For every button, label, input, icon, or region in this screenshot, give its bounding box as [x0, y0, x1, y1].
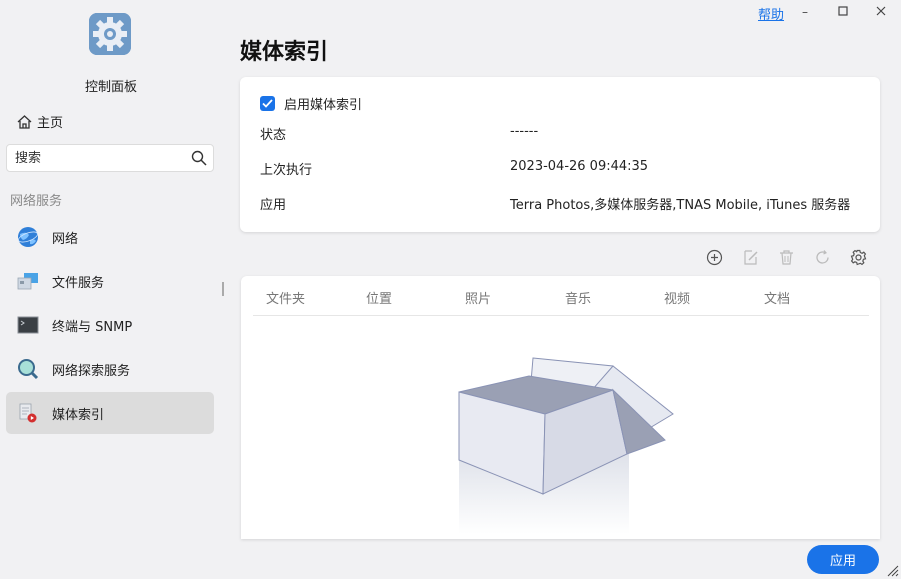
minimize-button[interactable]: –: [796, 4, 814, 20]
settings-button[interactable]: [848, 248, 868, 266]
applications-label: 应用: [260, 198, 287, 213]
settings-icon: [850, 249, 866, 265]
sidebar-item-label: 文件服务: [52, 275, 105, 291]
search-icon[interactable]: [191, 150, 207, 166]
status-value: ------: [510, 124, 539, 139]
home-icon: [17, 114, 32, 129]
sidebar-item-file-service[interactable]: 文件服务: [6, 260, 214, 302]
folder-toolbar: [704, 248, 868, 266]
column-header-video[interactable]: 视频: [664, 288, 690, 307]
checkmark-icon: [262, 99, 273, 108]
column-header-location[interactable]: 位置: [366, 288, 392, 307]
app-title: 控制面板: [84, 80, 137, 95]
edit-button[interactable]: [740, 248, 760, 266]
home-link[interactable]: 主页: [16, 112, 63, 131]
control-panel-gear-icon: [89, 13, 131, 55]
sidebar: 控制面板 主页 网络服务 网络: [0, 0, 222, 579]
help-link[interactable]: 帮助: [758, 4, 784, 23]
column-header-photos[interactable]: 照片: [465, 288, 491, 307]
sidebar-item-label: 网络探索服务: [52, 363, 131, 379]
window-resize-grip[interactable]: [885, 563, 899, 577]
applications-value: Terra Photos,多媒体服务器,TNAS Mobile, iTunes …: [510, 198, 851, 213]
last-run-value: 2023-04-26 09:44:35: [510, 159, 649, 174]
sidebar-item-network[interactable]: 网络: [6, 216, 214, 258]
close-button[interactable]: [872, 4, 890, 20]
search-input[interactable]: [7, 145, 177, 171]
delete-icon: [779, 249, 793, 265]
column-header-documents[interactable]: 文档: [764, 288, 790, 307]
enable-media-index-label: 启用媒体索引: [284, 98, 363, 113]
maximize-button[interactable]: [834, 4, 852, 20]
page-title: 媒体索引: [240, 40, 329, 65]
sidebar-item-media-index[interactable]: 媒体索引: [6, 392, 214, 434]
globe-icon: [16, 225, 40, 249]
sidebar-item-terminal-snmp[interactable]: 终端与 SNMP: [6, 304, 214, 346]
last-run-label: 上次执行: [260, 163, 313, 178]
column-header-music[interactable]: 音乐: [565, 288, 591, 307]
search-box: [6, 144, 214, 172]
sidebar-item-label: 媒体索引: [52, 407, 105, 423]
close-icon: [876, 6, 886, 16]
enable-media-index-checkbox[interactable]: [260, 96, 275, 111]
file-service-icon: [16, 269, 40, 293]
add-button[interactable]: [704, 248, 724, 266]
magnifier-icon: [16, 357, 40, 381]
add-icon: [706, 249, 722, 265]
apply-button[interactable]: 应用: [807, 545, 879, 574]
refresh-icon: [815, 249, 829, 264]
sidebar-item-label: 网络: [52, 231, 79, 247]
section-label-network-services: 网络服务: [10, 194, 63, 209]
media-index-icon: [16, 401, 40, 425]
sidebar-item-label: 终端与 SNMP: [52, 319, 133, 335]
status-label: 状态: [260, 128, 287, 143]
maximize-icon: [838, 6, 848, 16]
enable-media-index-row[interactable]: 启用媒体索引: [260, 94, 362, 113]
settings-card: 启用媒体索引 状态 ------ 上次执行 2023-04-26 09:44:3…: [240, 77, 880, 232]
terminal-icon: [16, 313, 40, 337]
sidebar-resize-handle[interactable]: [222, 282, 224, 296]
empty-box-illustration: [458, 357, 674, 534]
edit-icon: [743, 249, 758, 265]
table-header: 文件夹 位置 照片 音乐 视频 文档: [253, 276, 869, 316]
column-header-folder[interactable]: 文件夹: [266, 288, 305, 307]
home-label: 主页: [37, 116, 64, 131]
refresh-button[interactable]: [812, 248, 832, 266]
delete-button[interactable]: [776, 248, 796, 266]
sidebar-item-network-discovery[interactable]: 网络探索服务: [6, 348, 214, 390]
folder-table: 文件夹 位置 照片 音乐 视频 文档: [241, 276, 880, 539]
